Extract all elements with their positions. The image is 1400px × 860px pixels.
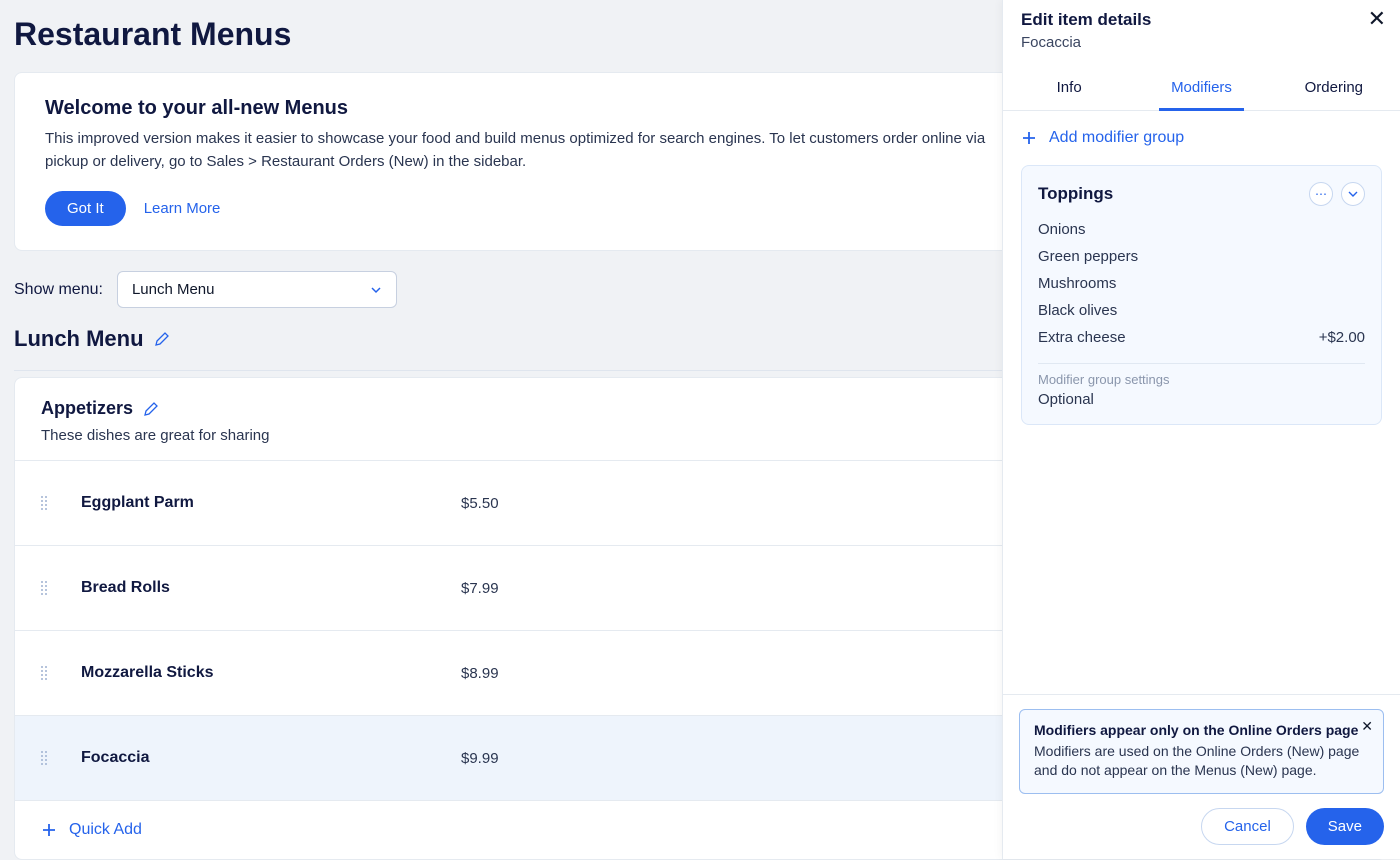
item-price: $8.99 [461,665,601,682]
modifier-group-title: Toppings [1038,184,1113,204]
modifier-option-row: Green peppers [1038,243,1365,270]
menu-title: Lunch Menu [14,326,144,352]
drag-handle-icon[interactable] [41,666,51,680]
panel-tabs: Info Modifiers Ordering [1003,65,1400,111]
option-name: Green peppers [1038,248,1138,265]
item-price: $9.99 [461,750,601,767]
info-box-text: Modifiers are used on the Online Orders … [1034,742,1369,781]
plus-icon [41,822,57,838]
chevron-down-icon [370,284,382,296]
add-modifier-group-button[interactable]: Add modifier group [1021,129,1382,147]
close-icon[interactable]: ✕ [1368,8,1386,30]
item-name: Focaccia [81,749,461,767]
modifier-option-row: Black olives [1038,297,1365,324]
drag-handle-icon[interactable] [41,581,51,595]
plus-icon [1021,130,1037,146]
page-title: Restaurant Menus [14,16,291,53]
modifier-settings-value: Optional [1038,391,1365,408]
got-it-button[interactable]: Got It [45,191,126,226]
modifier-group-card: Toppings ⋯ Onions Green peppers Mushroom… [1021,165,1382,425]
pencil-icon[interactable] [154,331,170,347]
banner-text: This improved version makes it easier to… [45,128,1005,173]
chevron-down-icon[interactable] [1341,182,1365,206]
cancel-button[interactable]: Cancel [1201,808,1294,845]
section-title: Appetizers [41,398,133,419]
drag-handle-icon[interactable] [41,496,51,510]
option-price: +$2.00 [1319,329,1365,346]
item-price: $7.99 [461,580,601,597]
modifier-option-row: Onions [1038,216,1365,243]
option-name: Extra cheese [1038,329,1126,346]
more-options-icon[interactable]: ⋯ [1309,182,1333,206]
item-name: Eggplant Parm [81,494,461,512]
tab-modifiers[interactable]: Modifiers [1135,65,1267,110]
item-price: $5.50 [461,495,601,512]
close-icon[interactable]: ✕ [1361,718,1373,735]
add-modifier-group-label: Add modifier group [1049,129,1184,147]
option-name: Black olives [1038,302,1117,319]
panel-subtitle: Focaccia [1021,34,1382,51]
save-button[interactable]: Save [1306,808,1384,845]
item-name: Mozzarella Sticks [81,664,461,682]
modifier-option-row: Mushrooms [1038,270,1365,297]
drag-handle-icon[interactable] [41,751,51,765]
menu-select[interactable]: Lunch Menu [117,271,397,308]
quick-add-label: Quick Add [69,821,142,839]
info-box-title: Modifiers appear only on the Online Orde… [1034,722,1369,738]
show-menu-label: Show menu: [14,281,103,299]
panel-title: Edit item details [1021,10,1382,30]
item-name: Bread Rolls [81,579,461,597]
modifier-option-row: Extra cheese +$2.00 [1038,324,1365,351]
modifier-settings-label: Modifier group settings [1038,372,1365,387]
tab-info[interactable]: Info [1003,65,1135,110]
option-name: Mushrooms [1038,275,1116,292]
option-name: Onions [1038,221,1086,238]
menu-select-value: Lunch Menu [132,281,215,298]
pencil-icon[interactable] [143,401,159,417]
tab-ordering[interactable]: Ordering [1268,65,1400,110]
learn-more-link[interactable]: Learn More [144,200,221,217]
edit-item-panel: Edit item details Focaccia ✕ Info Modifi… [1002,0,1400,859]
info-box: Modifiers appear only on the Online Orde… [1019,709,1384,794]
